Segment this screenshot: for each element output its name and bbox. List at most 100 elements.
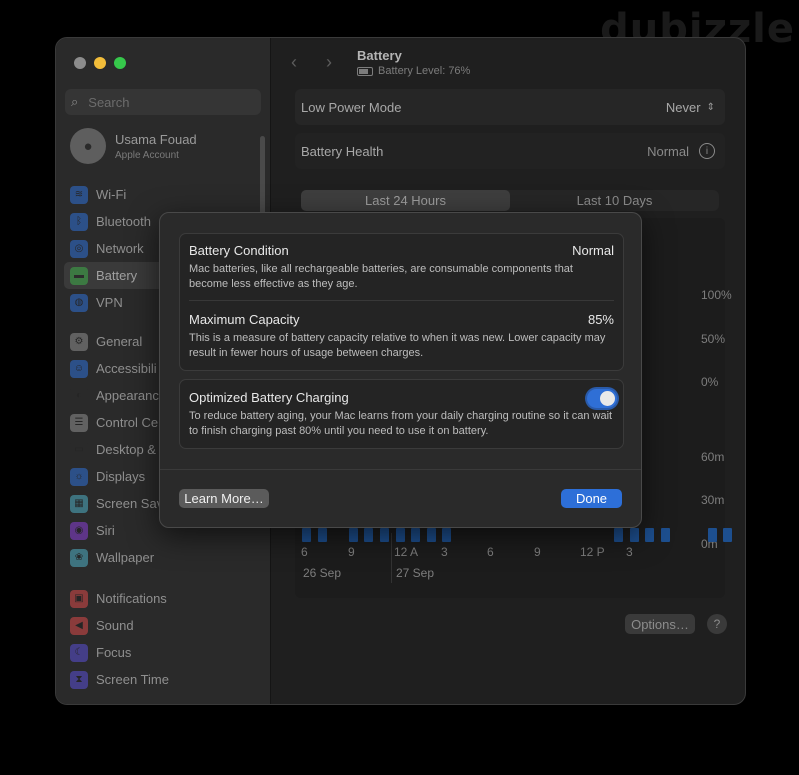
usage-axis-label: 30m [701,493,725,507]
gear-icon: ⚙ [70,332,88,351]
battery-health-sheet: Battery Condition Normal Mac batteries, … [159,212,642,528]
zoom-window-button[interactable] [114,57,126,69]
control-center-icon: ☰ [70,413,88,432]
battery-icon: ▬ [70,266,88,285]
sidebar-item-label: Accessibili [96,361,157,376]
maximum-capacity-item: Maximum Capacity 85% This is a measure o… [180,301,623,361]
time-tick-label: 6 [301,545,308,559]
usage-bar [629,528,639,542]
search-field[interactable]: ⌕ [65,89,261,115]
sidebar-item-label: Bluetooth [96,214,151,229]
day-divider [391,533,392,583]
done-button[interactable]: Done [561,489,622,508]
usage-bar [723,528,733,542]
options-button[interactable]: Options… [625,614,695,634]
time-tick-label: 6 [487,545,494,559]
back-chevron-icon[interactable]: ‹ [291,52,297,72]
usage-bar [614,528,623,542]
usage-bar [395,528,405,542]
appearance-icon: ◐ [70,386,88,405]
sidebar-item-label: Wi-Fi [96,187,127,202]
usage-bar [426,528,436,542]
sidebar-item-wifi[interactable]: ≋ Wi-Fi [64,181,264,208]
siri-icon: ◉ [70,521,88,540]
sidebar-item-label: Sound [96,618,134,633]
notifications-icon: ▣ [70,589,88,608]
battery-condition-value: Normal [572,243,614,258]
low-power-mode-value: Never [665,99,701,115]
search-input[interactable] [86,93,251,111]
info-icon[interactable]: i [699,143,715,159]
time-tick-label: 3 [441,545,448,559]
low-power-mode-select[interactable]: Never ⇕ [666,100,715,115]
focus-icon: ☾ [70,643,88,662]
profile-name: Usama Fouad [115,131,197,147]
sidebar-item-label: Screen Time [96,672,169,687]
sidebar-item-label: Displays [96,469,146,484]
optimized-charging-toggle[interactable] [587,389,617,408]
usage-bar [348,528,358,542]
help-button[interactable]: ? [707,614,727,634]
sidebar-item-screen-time[interactable]: ⧗ Screen Time [64,666,264,693]
time-tick-label: 9 [348,545,355,559]
sidebar-item-label: Focus [96,645,132,660]
sidebar-item-sound[interactable]: ◀ Sound [64,612,264,639]
date-label: 27 Sep [396,566,435,580]
sidebar-item-label: Screen Sav [96,496,164,511]
battery-level-icon [357,66,373,76]
profile-subtitle: Apple Account [115,149,179,161]
screen-saver-icon: ▦ [70,494,88,513]
avatar: ● [70,128,106,164]
maximum-capacity-label: Maximum Capacity [189,312,300,327]
forward-chevron-icon[interactable]: › [326,52,332,72]
battery-health-details-group: Battery Condition Normal Mac batteries, … [179,233,624,371]
sidebar-item-label: Appearanc [96,388,159,403]
history-nav: ‹ › [291,52,356,73]
learn-more-button[interactable]: Learn More… [179,489,269,508]
usage-bar [707,528,717,542]
usage-bar [364,528,374,542]
sidebar-item-label: General [96,334,143,349]
usage-bar [645,528,655,542]
tab-last-10-days[interactable]: Last 10 Days [510,190,719,211]
sidebar-item-wallpaper[interactable]: ❀ Wallpaper [64,544,264,571]
low-power-mode-row: Low Power Mode Never ⇕ [295,89,725,125]
optimized-charging-group: Optimized Battery Charging To reduce bat… [179,379,624,449]
optimized-charging-item: Optimized Battery Charging To reduce bat… [180,380,623,439]
sound-icon: ◀ [70,616,88,635]
divider [160,469,641,470]
battery-level-status: Battery Level: 76% [357,65,470,77]
minimize-window-button[interactable] [94,57,106,69]
maximum-capacity-description: This is a measure of battery capacity re… [189,332,606,359]
accessibility-icon: ☺ [70,359,88,378]
time-range-segmented-control: Last 24 Hours Last 10 Days [301,190,719,211]
sidebar-item-focus[interactable]: ☾ Focus [64,639,264,666]
network-icon: ◎ [70,239,88,258]
usage-bar [302,528,311,542]
sidebar-item-label: Desktop & [96,442,156,457]
sidebar-item-label: Notifications [96,591,167,606]
screen-time-icon: ⧗ [70,670,88,689]
battery-condition-description: Mac batteries, like all rechargeable bat… [189,263,573,290]
displays-icon: ☼ [70,467,88,486]
usage-bar [660,528,670,542]
optimized-charging-label: Optimized Battery Charging [189,390,349,405]
sidebar-item-label: VPN [96,295,123,310]
usage-bar [411,528,421,542]
apple-account-profile[interactable]: ● Usama Fouad Apple Account [70,128,197,164]
level-axis-label: 0% [701,375,719,389]
usage-bar [380,528,389,542]
sidebar-item-label: Wallpaper [96,550,155,565]
usage-bar [317,528,327,542]
battery-health-value: Normal [647,143,689,159]
sidebar-item-label: Control Ce [96,415,159,430]
battery-condition-label: Battery Condition [189,243,289,258]
close-window-button[interactable] [74,57,86,69]
sidebar-item-notifications[interactable]: ▣ Notifications [64,585,264,612]
tab-last-24-hours[interactable]: Last 24 Hours [301,190,510,211]
maximum-capacity-value: 85% [587,312,614,327]
battery-health-label: Battery Health [301,143,384,159]
battery-condition-item: Battery Condition Normal Mac batteries, … [180,234,623,300]
optimized-charging-description: To reduce battery aging, your Mac learns… [189,410,613,437]
page-title: Battery [357,48,402,63]
